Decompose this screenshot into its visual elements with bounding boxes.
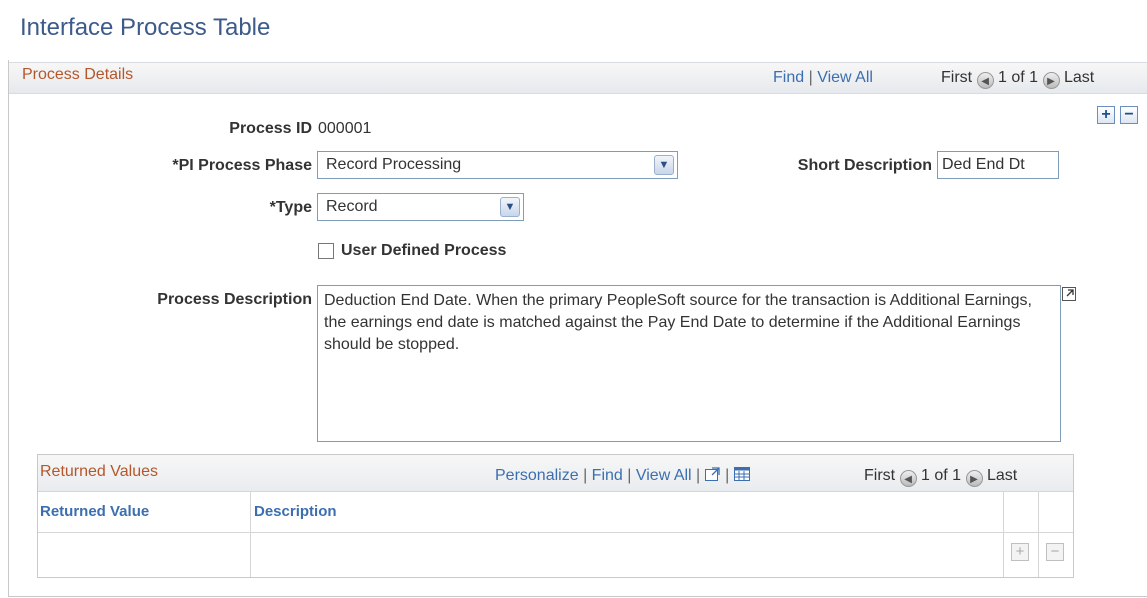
type-value: Record: [326, 198, 378, 215]
grid-delete-row-button: −: [1046, 543, 1064, 561]
process-id-label: Process ID: [229, 120, 312, 137]
column-divider: [1003, 491, 1004, 577]
record-count: 1 of 1: [998, 69, 1039, 86]
grid-add-row-button: +: [1011, 543, 1029, 561]
grid-column-header-row: [38, 491, 1073, 533]
grid-download-icon[interactable]: [733, 467, 750, 481]
type-label: *Type: [269, 199, 312, 216]
section-title: Process Details: [22, 66, 134, 83]
record-navigator: First ◀ 1 of 1 ▶ Last: [941, 69, 1094, 89]
grid-title: Returned Values: [40, 463, 158, 480]
user-defined-checkbox[interactable]: [318, 243, 334, 259]
minus-icon: −: [1124, 106, 1134, 123]
personalize-link[interactable]: Personalize: [495, 467, 579, 484]
short-description-value: Ded End Dt: [942, 156, 1025, 173]
section-nav: Find | View All: [773, 69, 873, 87]
process-phase-label: *PI Process Phase: [172, 157, 312, 174]
short-description-label: Short Description: [797, 157, 932, 174]
column-divider: [1038, 491, 1039, 577]
left-arrow-icon[interactable]: ◀: [899, 470, 917, 487]
plus-icon: +: [1015, 543, 1025, 560]
right-arrow-icon[interactable]: ▶: [1042, 72, 1060, 89]
minus-icon: −: [1050, 543, 1060, 560]
process-description-label: Process Description: [157, 291, 312, 308]
process-description-textarea[interactable]: Deduction End Date. When the primary Peo…: [317, 285, 1061, 442]
column-header-returned-value[interactable]: Returned Value: [40, 503, 149, 520]
chevron-down-icon: ▼: [654, 155, 674, 175]
last-label: Last: [986, 467, 1018, 484]
column-header-description[interactable]: Description: [254, 503, 337, 520]
page-title: Interface Process Table: [20, 14, 271, 41]
find-link[interactable]: Find: [773, 69, 804, 86]
last-label: Last: [1063, 69, 1095, 86]
grid-nav: Personalize | Find | View All | |: [495, 467, 750, 485]
view-all-link[interactable]: View All: [817, 69, 873, 86]
delete-row-button[interactable]: −: [1120, 106, 1138, 124]
grid-record-navigator: First ◀ 1 of 1 ▶ Last: [864, 467, 1017, 487]
process-phase-select[interactable]: Record Processing ▼: [317, 151, 678, 179]
type-select[interactable]: Record ▼: [317, 193, 524, 221]
returned-value-cell[interactable]: [38, 532, 250, 577]
record-count: 1 of 1: [921, 467, 962, 484]
add-row-button[interactable]: +: [1097, 106, 1115, 124]
chevron-down-icon: ▼: [500, 197, 520, 217]
nav-separator: |: [808, 69, 813, 86]
process-id-value: 000001: [318, 120, 372, 137]
left-arrow-icon[interactable]: ◀: [976, 72, 994, 89]
expand-icon[interactable]: [1062, 287, 1076, 301]
first-label: First: [941, 69, 973, 86]
description-cell[interactable]: [251, 532, 1003, 577]
right-arrow-icon[interactable]: ▶: [965, 470, 983, 487]
plus-icon: +: [1101, 106, 1111, 123]
nav-separator: |: [725, 467, 730, 484]
nav-separator: |: [583, 467, 588, 484]
zoom-icon[interactable]: [704, 467, 721, 481]
short-description-input[interactable]: Ded End Dt: [937, 151, 1059, 179]
user-defined-label: User Defined Process: [341, 242, 507, 259]
process-phase-value: Record Processing: [326, 156, 462, 173]
first-label: First: [864, 467, 896, 484]
nav-separator: |: [696, 467, 701, 484]
nav-separator: |: [627, 467, 632, 484]
view-all-link[interactable]: View All: [636, 467, 692, 484]
find-link[interactable]: Find: [592, 467, 623, 484]
